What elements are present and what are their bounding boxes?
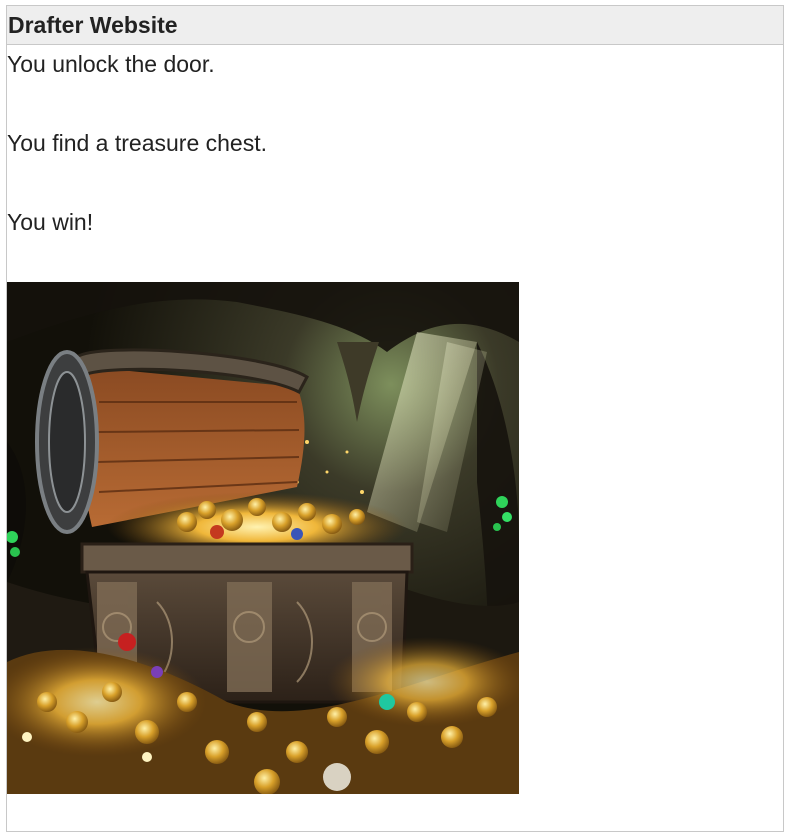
site-title: Drafter Website bbox=[8, 11, 178, 38]
site-header: Drafter Website bbox=[7, 6, 783, 45]
story-line-unlock: You unlock the door. bbox=[7, 51, 215, 77]
main-content: You unlock the door. You find a treasure… bbox=[7, 51, 783, 794]
page-frame: Drafter Website You unlock the door. You… bbox=[6, 5, 784, 832]
story-line-treasure: You find a treasure chest. bbox=[7, 130, 267, 156]
story-line-win: You win! bbox=[7, 209, 94, 235]
treasure-chest-image bbox=[7, 282, 519, 794]
